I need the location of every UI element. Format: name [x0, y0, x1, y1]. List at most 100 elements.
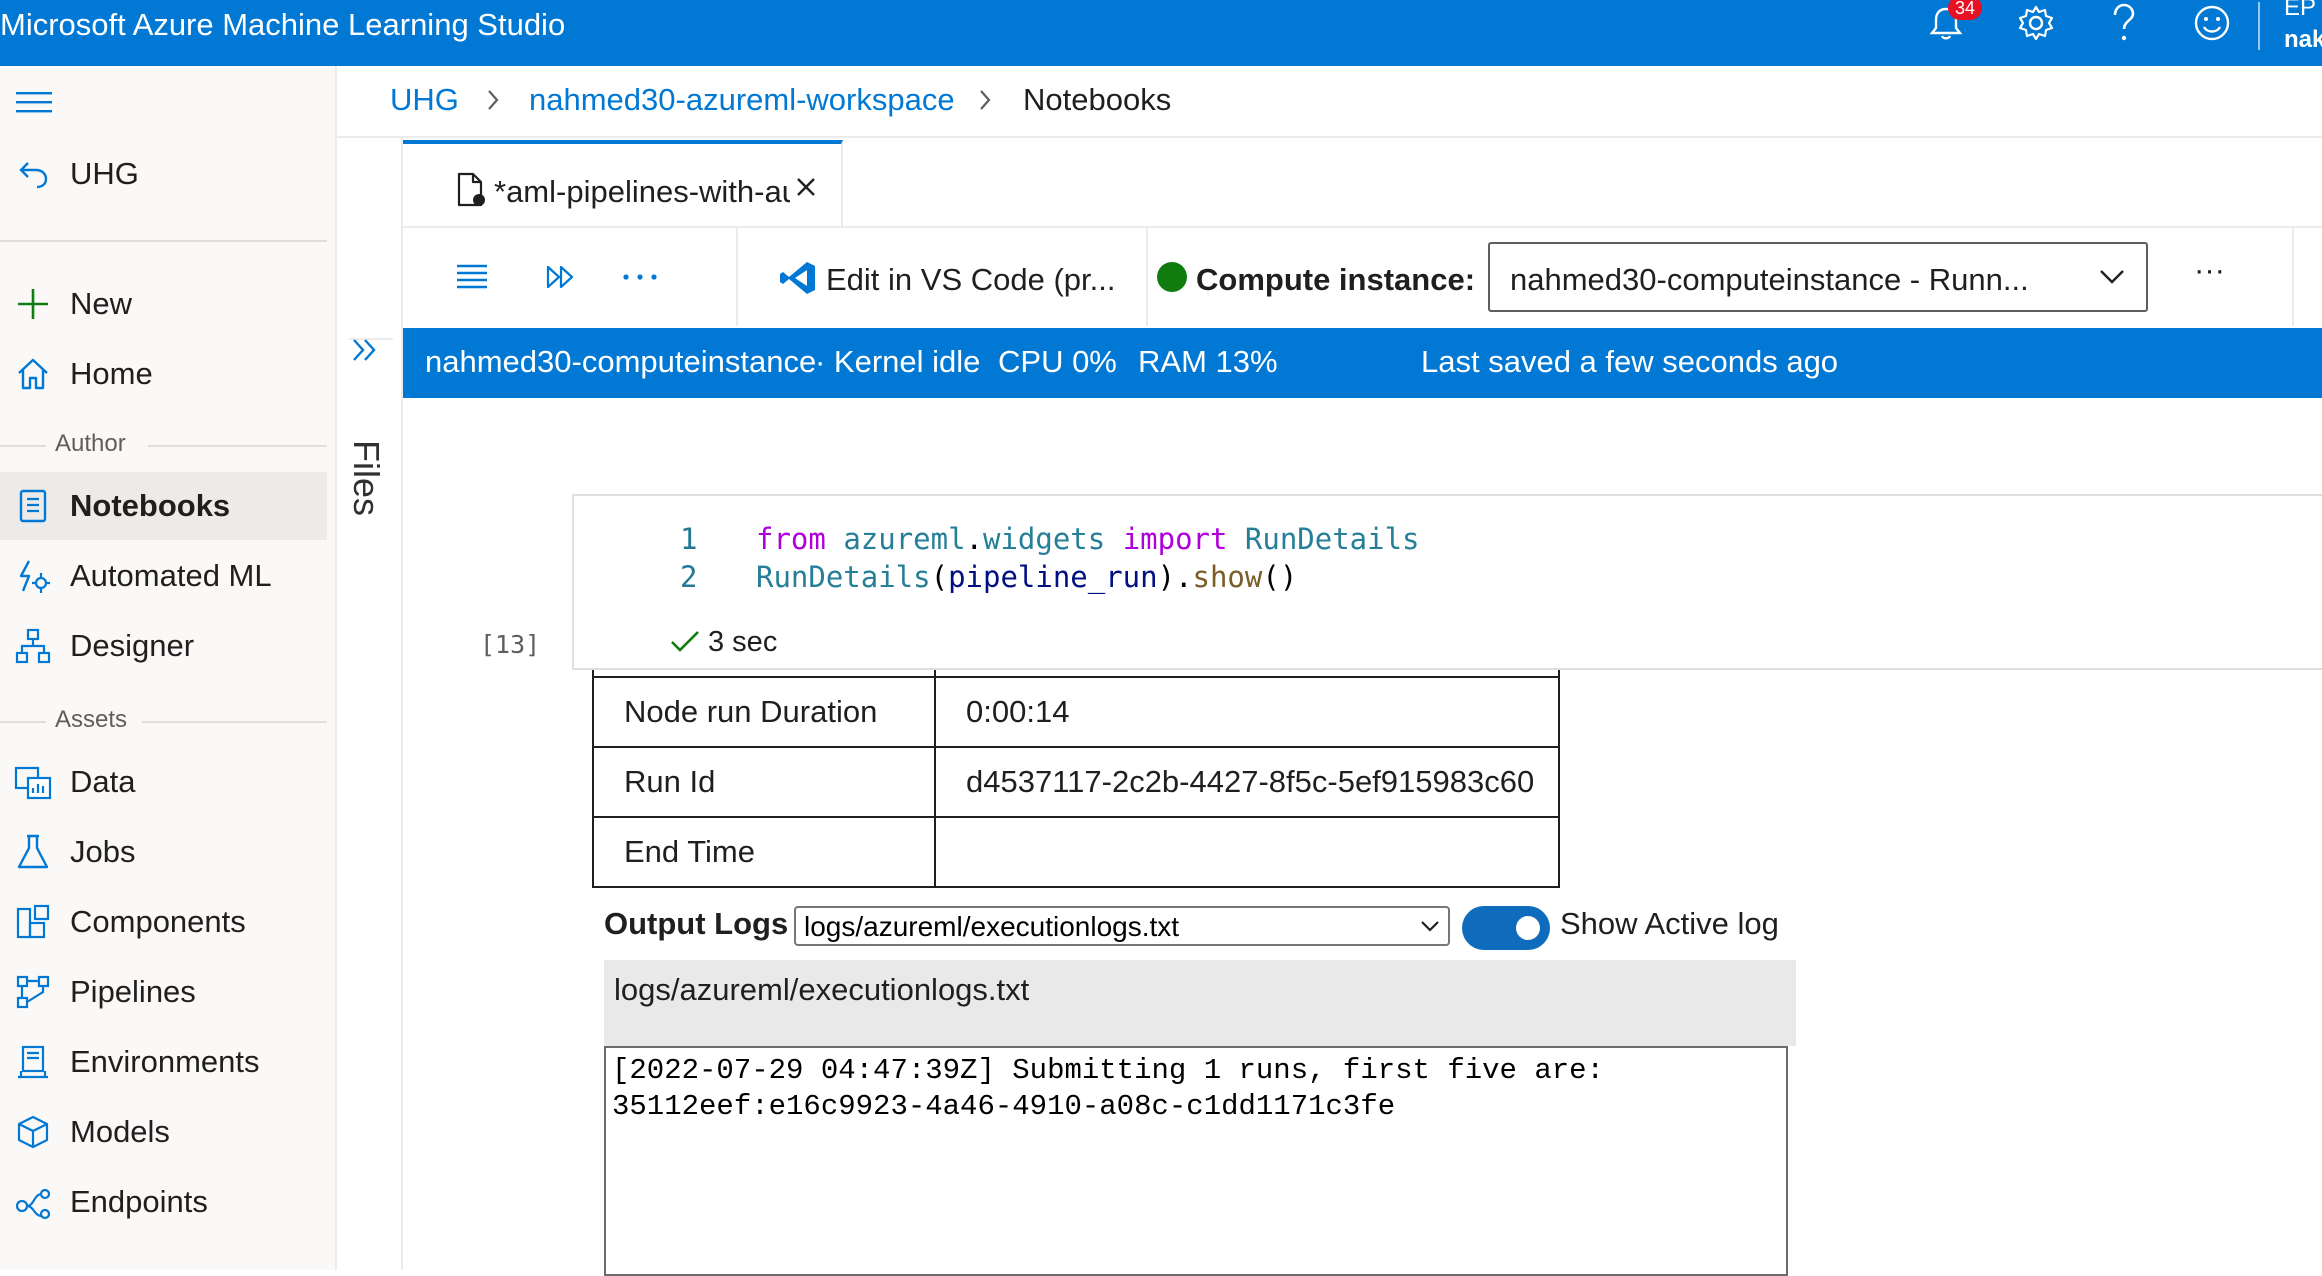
tab-label: *aml-pipelines-with-automated-machine-le… [494, 174, 790, 209]
code-line-2[interactable]: RunDetails(pipeline_run).show() [756, 560, 1297, 594]
compute-instance-dropdown[interactable]: nahmed30-computeinstance - Runn... [1488, 242, 2148, 312]
nav-item-pipelines[interactable]: Pipelines [0, 958, 327, 1026]
breadcrumb-uhg[interactable]: UHG [390, 82, 459, 118]
status-instance: nahmed30-computeinstance [425, 344, 817, 379]
user-directory[interactable]: EP [2284, 0, 2316, 22]
automl-icon [0, 558, 70, 594]
double-chevron-right-icon [353, 339, 376, 361]
nav-item-data[interactable]: Data [0, 748, 327, 816]
edit-in-vscode-button[interactable]: Edit in VS Code (pr... [826, 262, 1115, 298]
compute-instance-value: nahmed30-computeinstance - Runn... [1510, 262, 2029, 297]
status-kernel: · Kernel idle [815, 344, 981, 379]
kernel-status-bar: nahmed30-computeinstance · Kernel idle C… [403, 328, 2322, 398]
nav-section-assets: Assets [0, 706, 327, 736]
show-active-log-toggle[interactable] [1462, 906, 1550, 950]
nav-item-jobs[interactable]: Jobs [0, 818, 327, 886]
show-active-log-label: Show Active log [1560, 906, 1779, 941]
code-cell[interactable]: 1 2 from azureml.widgets import RunDetai… [572, 494, 2322, 670]
breadcrumb-notebooks: Notebooks [1023, 82, 1172, 117]
compute-status-dot [1157, 262, 1187, 292]
code-line-1[interactable]: from azureml.widgets import RunDetails [756, 522, 1420, 556]
outline-menu-icon[interactable] [455, 262, 489, 292]
nav-label-home: Home [70, 356, 153, 391]
log-file-header: logs/azureml/executionlogs.txt [604, 960, 1796, 1046]
nav-item-models[interactable]: Models [0, 1098, 327, 1166]
line-number: 2 [680, 560, 698, 594]
breadcrumb-workspace[interactable]: nahmed30-azureml-workspace [529, 82, 955, 118]
top-bar: Microsoft Azure Machine Learning Studio … [0, 0, 2322, 66]
nav-label-automated-ml: Automated ML [70, 558, 272, 593]
smiley-icon [2194, 5, 2230, 41]
files-pane-label[interactable]: Files [345, 440, 387, 516]
cube-icon [0, 1114, 70, 1150]
toolbar-separator [1146, 228, 1148, 326]
top-divider [2258, 2, 2260, 50]
nav-label-jobs: Jobs [70, 834, 136, 869]
help-button[interactable] [2094, 0, 2154, 46]
nav-label-components: Components [70, 904, 246, 939]
nav-item-environments[interactable]: Environments [0, 1028, 327, 1096]
chevron-down-icon [1421, 921, 1439, 932]
status-saved: Last saved a few seconds ago [1421, 344, 1839, 379]
question-icon [2113, 3, 2135, 41]
files-pane-collapsed [337, 138, 403, 1270]
expand-files-button[interactable] [350, 336, 380, 364]
nav-item-notebooks[interactable]: Notebooks [0, 472, 327, 540]
nav-item-designer[interactable]: Designer [0, 612, 327, 680]
output-logs-label: Output Logs [604, 906, 789, 941]
nav-item-endpoints[interactable]: Endpoints [0, 1168, 327, 1236]
user-name[interactable]: nak [2284, 26, 2322, 54]
nav-label-designer: Designer [70, 628, 195, 663]
nav-item-components[interactable]: Components [0, 888, 327, 956]
toggle-knob [1516, 916, 1540, 940]
nav-item-new[interactable]: New [0, 270, 327, 338]
components-icon [0, 904, 70, 940]
log-file-select[interactable]: logs/azureml/executionlogs.txt [794, 906, 1450, 946]
chevron-right-icon [488, 90, 499, 110]
hamburger-button[interactable] [14, 88, 54, 118]
checkmark-icon [671, 631, 699, 652]
nav-back-workspace[interactable]: UHG [0, 140, 327, 208]
nav-label-data: Data [70, 764, 136, 799]
notebook-icon [0, 488, 70, 524]
gear-icon [2018, 5, 2054, 41]
close-icon[interactable] [795, 176, 817, 198]
chevron-down-icon [2100, 270, 2124, 284]
vscode-icon [780, 262, 815, 294]
endpoints-icon [0, 1184, 70, 1220]
log-line: [2022-07-29 04:47:39Z] Submitting 1 runs… [612, 1054, 1604, 1087]
log-output-textarea[interactable]: [2022-07-29 04:47:39Z] Submitting 1 runs… [604, 1046, 1788, 1276]
compute-instance-label: Compute instance: [1196, 262, 1476, 297]
execution-count: [13] [480, 630, 541, 659]
notification-badge: 34 [1948, 0, 1982, 20]
home-icon [0, 356, 70, 392]
nav-label-pipelines: Pipelines [70, 974, 196, 1009]
settings-button[interactable] [2006, 0, 2066, 46]
log-file-header-text: logs/azureml/executionlogs.txt [614, 972, 1030, 1007]
nav-back-label: UHG [70, 156, 139, 191]
log-line: 35112eef:e16c9923-4a46-4910-a08c-c1dd117… [612, 1090, 1396, 1123]
app-title[interactable]: Microsoft Azure Machine Learning Studio [0, 7, 565, 43]
data-icon [0, 764, 70, 800]
table-key: End Time [592, 816, 936, 888]
nav-item-automated-ml[interactable]: Automated ML [0, 542, 327, 610]
nav-section-author: Author [0, 430, 327, 460]
notebook-file-icon [457, 172, 485, 207]
toolbar-more-button[interactable]: ··· [2194, 252, 2225, 288]
designer-icon [0, 628, 70, 664]
nav-item-home[interactable]: Home [0, 340, 327, 408]
chevron-right-icon [980, 90, 991, 110]
run-all-icon[interactable] [545, 264, 577, 290]
line-number: 1 [680, 522, 698, 556]
feedback-button[interactable] [2182, 0, 2242, 46]
table-value [934, 816, 1560, 888]
nav-label-models: Models [70, 1114, 170, 1149]
table-row: Run Id d4537117-2c2b-4427-8f5c-5ef915983… [592, 746, 1560, 818]
more-icon[interactable] [621, 272, 661, 282]
nav-label-new: New [70, 286, 133, 321]
status-ram: RAM 13% [1138, 344, 1278, 379]
nav-label-environments: Environments [70, 1044, 260, 1079]
tab-notebook[interactable]: *aml-pipelines-with-automated-machine-le… [403, 140, 843, 226]
status-cpu: CPU 0% [998, 344, 1117, 379]
breadcrumb: UHG nahmed30-azureml-workspace Notebooks [337, 66, 2322, 138]
